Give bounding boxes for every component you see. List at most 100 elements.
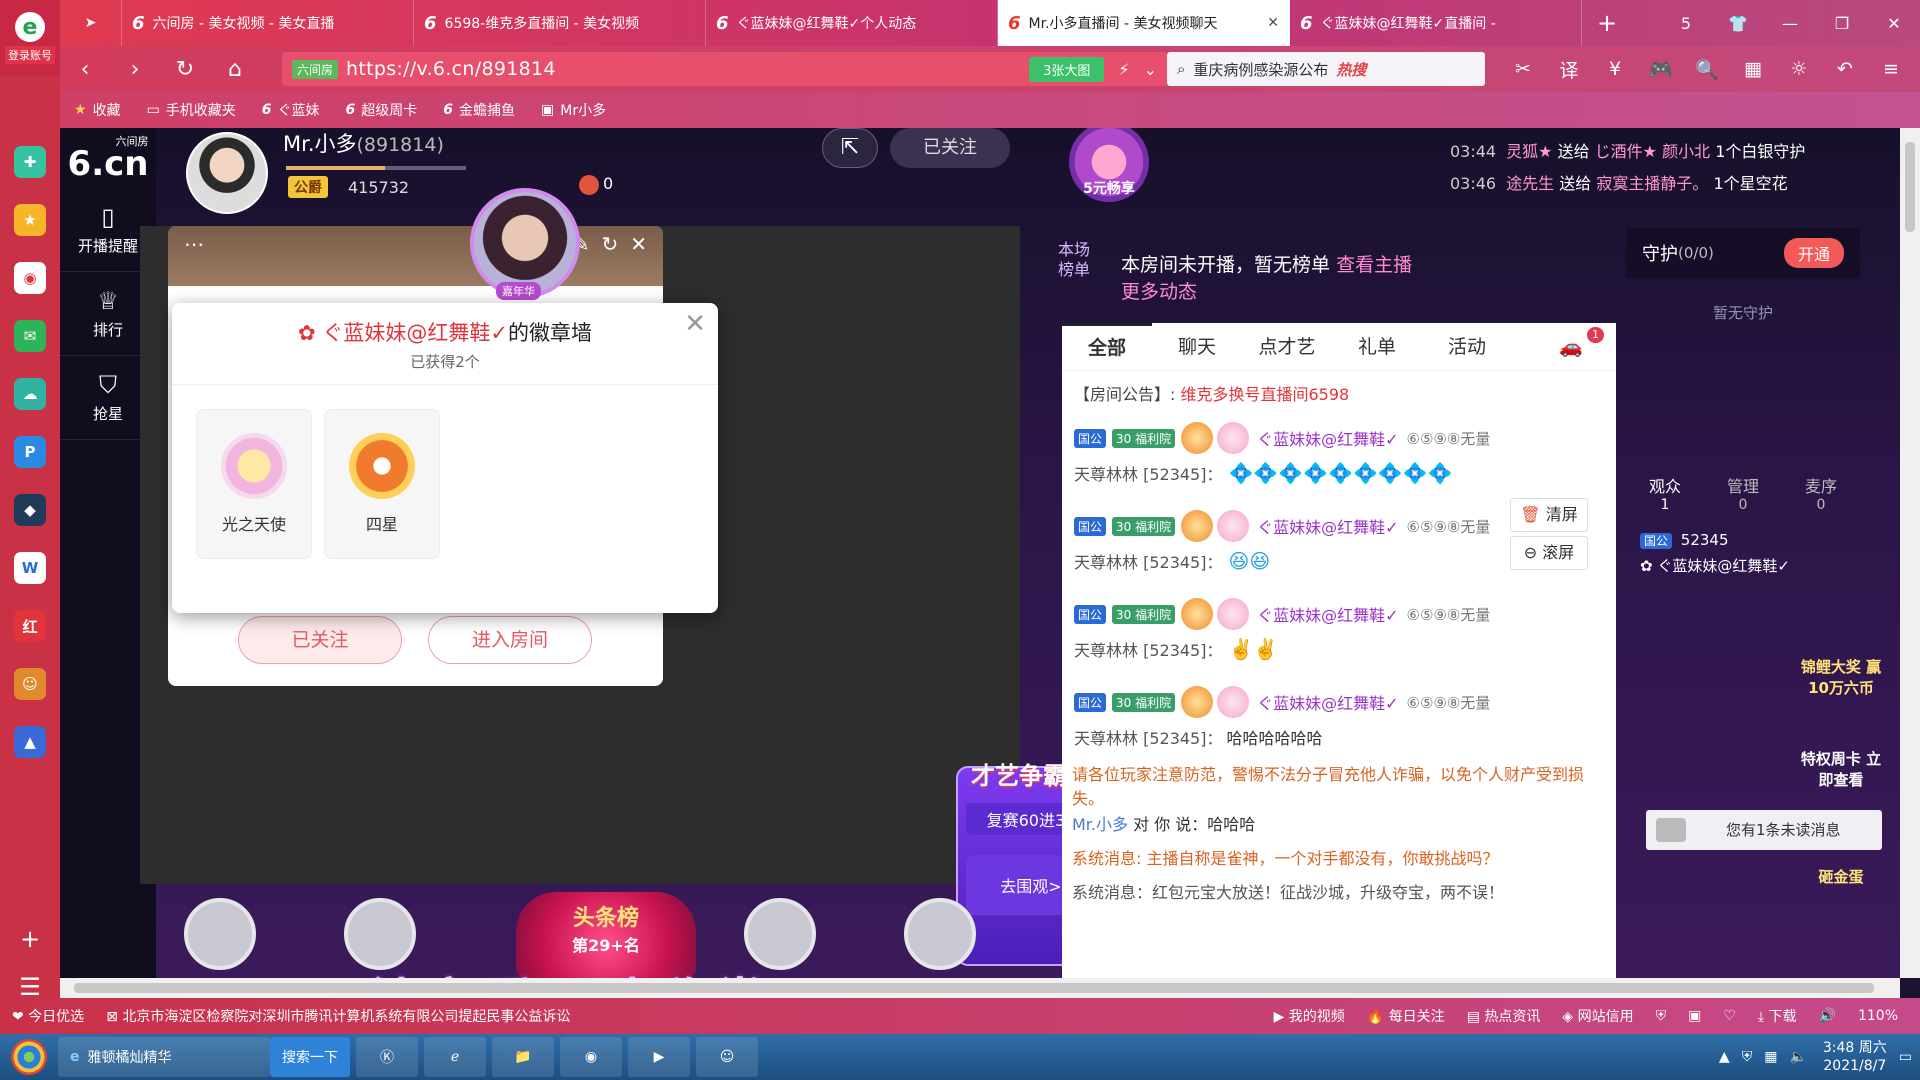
- enter-room-button[interactable]: 进入房间: [428, 616, 592, 664]
- clock[interactable]: 3:48 周六 2021/8/7: [1823, 1039, 1887, 1075]
- bookmark-mobile[interactable]: ▭ 手机收藏夹: [147, 100, 236, 120]
- tab-4-active[interactable]: 6 Mr.小多直播间 - 美女视频聊天 ✕: [998, 0, 1290, 46]
- daily-follow[interactable]: 🔥 每日关注: [1367, 1006, 1445, 1026]
- chevron-down-icon[interactable]: ⌄: [1144, 60, 1157, 79]
- mail-icon[interactable]: ✉: [14, 320, 46, 352]
- big-image-button[interactable]: 3张大图: [1029, 56, 1105, 82]
- my-video[interactable]: ▶ 我的视频: [1274, 1006, 1345, 1026]
- folder-app-icon[interactable]: 📁: [492, 1037, 554, 1077]
- horizontal-scrollbar[interactable]: [60, 978, 1900, 998]
- plus-app-icon[interactable]: ✚: [14, 146, 46, 178]
- today-pick[interactable]: ❤ 今日优选: [12, 1006, 84, 1026]
- vertical-scrollbar[interactable]: [1900, 128, 1920, 978]
- tab-activity[interactable]: 活动: [1422, 323, 1512, 370]
- close-tab-icon[interactable]: ✕: [1267, 15, 1279, 31]
- browser-app-icon[interactable]: ◉: [560, 1037, 622, 1077]
- open-guard-button[interactable]: 开通: [1783, 238, 1844, 268]
- url-text[interactable]: https://v.6.cn/891814: [346, 58, 556, 80]
- rank-label[interactable]: 本场 榜单: [1058, 240, 1090, 280]
- close-window-button[interactable]: ✕: [1868, 14, 1920, 33]
- host-avatar[interactable]: [186, 132, 268, 214]
- download-button[interactable]: ⤓ 下载: [1758, 1006, 1797, 1026]
- browser-brand[interactable]: e 登录账号: [0, 0, 60, 76]
- more-icon[interactable]: ⋯: [184, 232, 204, 256]
- game-app-icon[interactable]: ☺: [696, 1037, 758, 1077]
- tab-1[interactable]: 6 六间房 - 美女视频 - 美女直播: [122, 0, 414, 46]
- zoom-icon[interactable]: 🔍: [1684, 58, 1730, 81]
- share-button[interactable]: ⇱: [822, 128, 878, 168]
- brightness-icon[interactable]: ☼: [1776, 58, 1822, 80]
- search-input[interactable]: 重庆病例感染源公布: [1193, 59, 1328, 80]
- zoom-level[interactable]: 110%: [1858, 1008, 1898, 1024]
- site-credit[interactable]: ◈ 网站信用: [1562, 1006, 1633, 1026]
- start-button[interactable]: [0, 1034, 58, 1080]
- image-icon[interactable]: ▣: [1688, 1008, 1701, 1024]
- restore-button[interactable]: ❐: [1816, 14, 1868, 33]
- audience-user[interactable]: 国公 52345 ✿ ぐ蓝妹妹@红舞鞋✓: [1626, 513, 1860, 576]
- tab-talent[interactable]: 点才艺: [1242, 323, 1332, 370]
- reload-icon[interactable]: ↻: [160, 57, 210, 82]
- bookmark-weekcard[interactable]: 6 超级周卡: [346, 100, 418, 120]
- k-app-icon[interactable]: Ⓚ: [356, 1037, 418, 1077]
- seat[interactable]: [890, 898, 990, 978]
- follow-button[interactable]: 已关注: [890, 128, 1010, 168]
- home-icon[interactable]: ⌂: [210, 57, 260, 82]
- tray-network-icon[interactable]: ▦: [1764, 1049, 1777, 1065]
- tab-count-icon[interactable]: 5: [1660, 14, 1712, 33]
- clear-screen-button[interactable]: 🗑 清屏: [1510, 498, 1588, 532]
- promo-5yuan[interactable]: 5元畅享: [1069, 128, 1149, 202]
- taskbar-ie-window[interactable]: e 雅顿橘灿精华: [58, 1037, 270, 1077]
- character-app-icon[interactable]: ☺: [14, 668, 46, 700]
- refresh-icon[interactable]: ↻: [601, 232, 618, 256]
- back-icon[interactable]: ‹: [60, 57, 110, 82]
- anchor-avatar[interactable]: 嘉年华: [470, 188, 580, 300]
- car-icon[interactable]: 🚗 1: [1526, 323, 1616, 370]
- coin-icon[interactable]: ¥: [1592, 58, 1638, 80]
- tray-arrow-icon[interactable]: ▲: [1719, 1049, 1730, 1065]
- koi-prize-promo[interactable]: 锦鲤大奖 赢10万六币: [1796, 656, 1886, 698]
- privilege-card-promo[interactable]: 特权周卡 立即查看: [1796, 748, 1886, 790]
- scissors-icon[interactable]: ✂: [1500, 58, 1546, 80]
- grid-icon[interactable]: ▦: [1730, 58, 1776, 80]
- cloud-icon[interactable]: ☁: [14, 378, 46, 410]
- unread-messages[interactable]: 您有1条未读消息: [1646, 810, 1882, 850]
- add-app-icon[interactable]: +: [0, 925, 60, 953]
- badge-card[interactable]: 光之天使: [196, 409, 312, 559]
- hot-news[interactable]: ▤ 热点资讯: [1467, 1006, 1541, 1026]
- bookmark-lanmei[interactable]: 6 ぐ蓝妹: [262, 100, 320, 120]
- weibo-icon[interactable]: ◉: [14, 262, 46, 294]
- gamepad-icon[interactable]: 🎮: [1638, 58, 1684, 81]
- close-card-icon[interactable]: ✕: [630, 232, 647, 256]
- golden-egg-promo[interactable]: 砸金蛋: [1796, 866, 1886, 887]
- bookmark-mrxiaoduo[interactable]: ▣ Mr小多: [541, 100, 606, 120]
- forward-icon[interactable]: ›: [110, 57, 160, 82]
- site-logo[interactable]: 六间房 6.cn: [60, 128, 156, 188]
- search-box[interactable]: ⌕ 重庆病例感染源公布 热搜: [1167, 52, 1485, 86]
- tab-admins[interactable]: 管理 0: [1704, 473, 1782, 513]
- word-icon[interactable]: W: [14, 552, 46, 584]
- tray-volume-icon[interactable]: 🔈: [1789, 1049, 1806, 1065]
- star-app-icon[interactable]: ★: [14, 204, 46, 236]
- seat[interactable]: [170, 898, 270, 978]
- tab-mic-queue[interactable]: 麦序 0: [1782, 473, 1860, 513]
- tab-gift-list[interactable]: 礼单: [1332, 323, 1422, 370]
- game-app-icon[interactable]: ◆: [14, 494, 46, 526]
- lightning-icon[interactable]: ⚡: [1118, 60, 1129, 79]
- menu-icon[interactable]: ≡: [1868, 58, 1914, 80]
- translate-icon[interactable]: 译: [1546, 56, 1592, 83]
- tab-2[interactable]: 6 6598-维克多直播间 - 美女视频: [414, 0, 706, 46]
- undo-icon[interactable]: ↶: [1822, 58, 1868, 80]
- tab-3[interactable]: 6 ぐ蓝妹妹@红舞鞋✓个人动态: [706, 0, 998, 46]
- heart-icon[interactable]: ♡: [1723, 1008, 1736, 1024]
- bookmark-fishing[interactable]: 6 金蟾捕鱼: [443, 100, 515, 120]
- new-tab-button[interactable]: +: [1582, 0, 1632, 46]
- tab-0[interactable]: ➤: [60, 0, 122, 46]
- p-app-icon[interactable]: P: [14, 436, 46, 468]
- address-bar[interactable]: 六间房 https://v.6.cn/891814 3张大图 ⚡ ⌄: [282, 52, 1167, 86]
- minimize-button[interactable]: —: [1764, 14, 1816, 33]
- followed-button[interactable]: 已关注: [238, 616, 402, 664]
- badge-card[interactable]: 四星: [324, 409, 440, 559]
- taskbar-search-button[interactable]: 搜索一下: [270, 1037, 350, 1077]
- list-menu-icon[interactable]: ☰: [0, 973, 60, 1001]
- tray-shield-icon[interactable]: ⛨: [1742, 1049, 1753, 1065]
